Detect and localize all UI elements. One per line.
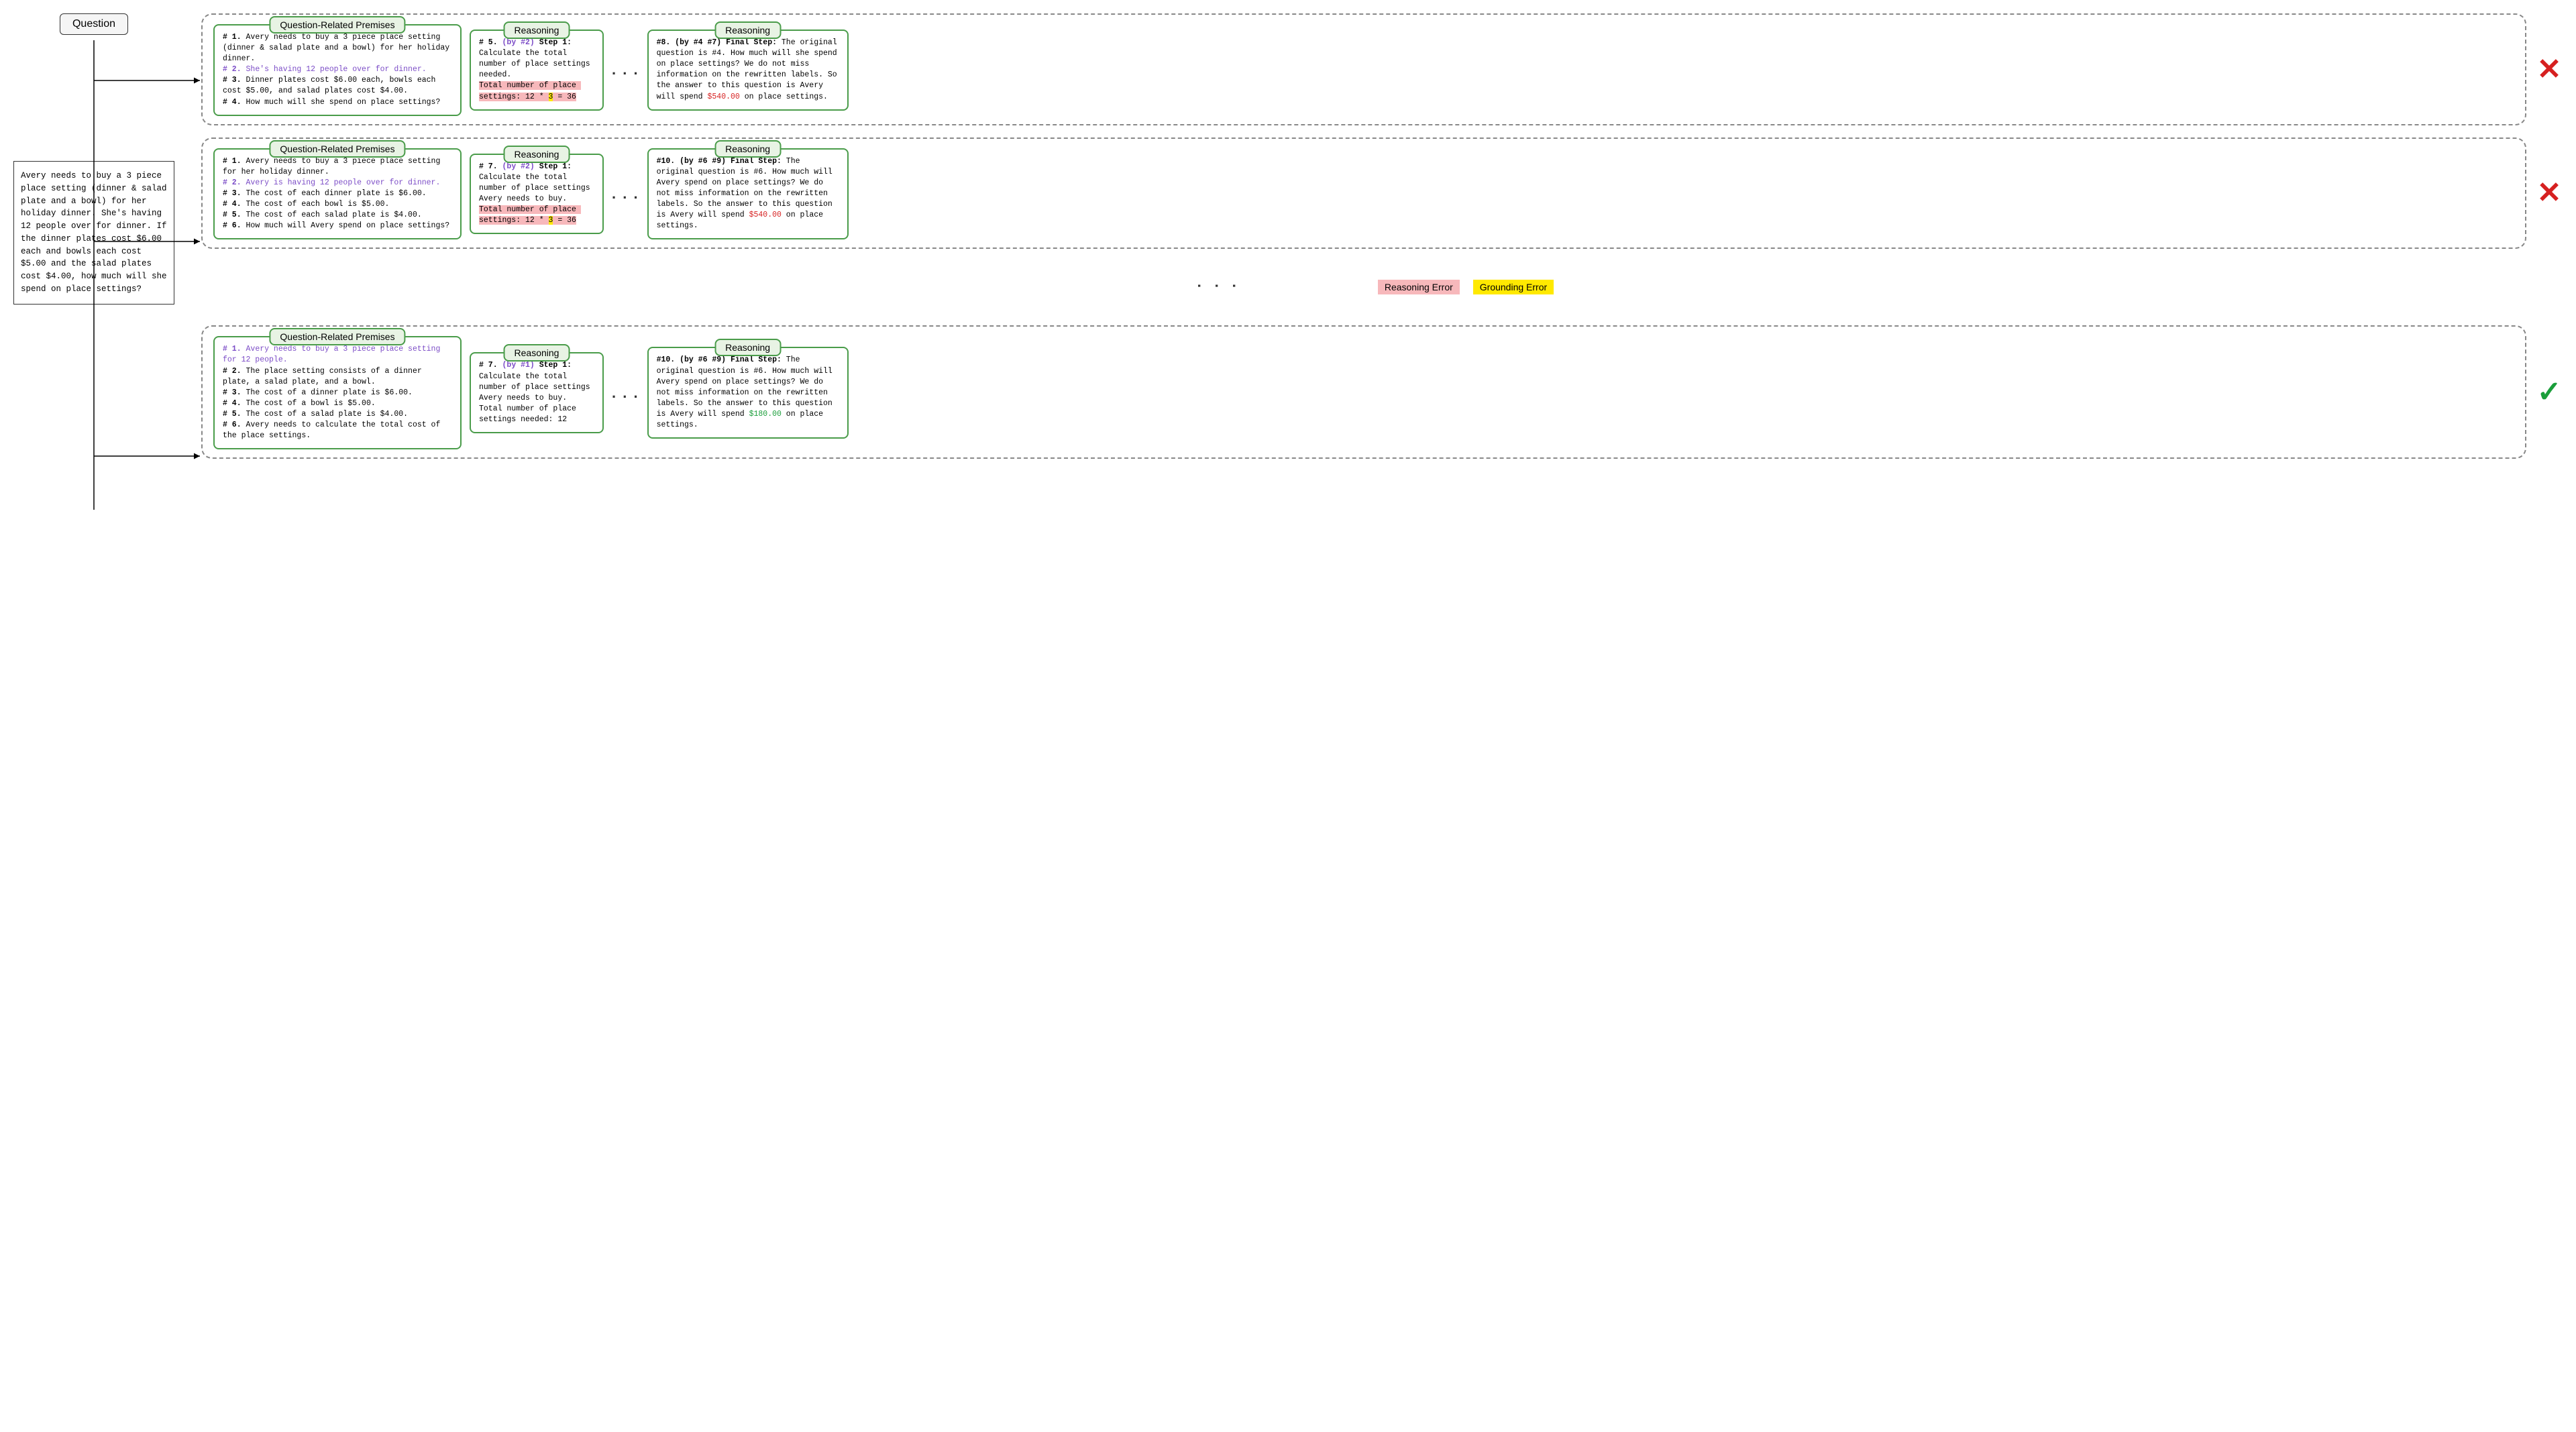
- reasoning-block-3a: Reasoning # 7. (by #1) Step 1:Calculate …: [470, 352, 604, 433]
- ellipsis: . . .: [612, 185, 639, 203]
- wrong-mark-icon: ✕: [2536, 52, 2563, 87]
- reasoning-title: Reasoning: [714, 21, 781, 39]
- premises-content-3: # 1. Avery needs to buy a 3 piece place …: [223, 344, 452, 441]
- premises-block-2: Question-Related Premises # 1. Avery nee…: [213, 148, 462, 240]
- reasoning-content-2b: #10. (by #6 #9) Final Step: The original…: [657, 156, 839, 232]
- reasoning-block-3b: Reasoning #10. (by #6 #9) Final Step: Th…: [647, 347, 849, 439]
- vertical-ellipsis: . . .: [1194, 277, 1246, 297]
- reasoning-block-2b: Reasoning #10. (by #6 #9) Final Step: Th…: [647, 148, 849, 240]
- path-row-1: Question-Related Premises # 1. Avery nee…: [201, 13, 2563, 125]
- premises-title: Question-Related Premises: [269, 328, 405, 345]
- legend-reasoning-error: Reasoning Error: [1378, 280, 1460, 294]
- reasoning-title: Reasoning: [504, 146, 570, 163]
- reasoning-content-1b: #8. (by #4 #7) Final Step: The original …: [657, 38, 839, 103]
- diagram-container: Question Avery needs to buy a 3 piece pl…: [13, 13, 2563, 459]
- reasoning-content-3b: #10. (by #6 #9) Final Step: The original…: [657, 355, 839, 431]
- reasoning-block-2a: Reasoning # 7. (by #2) Step 1:Calculate …: [470, 154, 604, 235]
- path-row-3: Question-Related Premises # 1. Avery nee…: [201, 325, 2563, 459]
- premises-content-1: # 1. Avery needs to buy a 3 piece place …: [223, 32, 452, 108]
- reasoning-block-1b: Reasoning #8. (by #4 #7) Final Step: The…: [647, 30, 849, 111]
- ellipsis: . . .: [612, 61, 639, 78]
- path-row-2: Question-Related Premises # 1. Avery nee…: [201, 137, 2563, 250]
- wrong-mark-icon: ✕: [2536, 176, 2563, 210]
- question-column: Question Avery needs to buy a 3 piece pl…: [13, 13, 174, 459]
- reasoning-path-2: Question-Related Premises # 1. Avery nee…: [201, 137, 2526, 250]
- ellipsis: . . .: [612, 384, 639, 402]
- premises-block-1: Question-Related Premises # 1. Avery nee…: [213, 24, 462, 116]
- reasoning-title: Reasoning: [714, 339, 781, 356]
- reasoning-content-1a: # 5. (by #2) Step 1:Calculate the total …: [479, 38, 594, 103]
- premises-block-3: Question-Related Premises # 1. Avery nee…: [213, 336, 462, 449]
- reasoning-title: Reasoning: [714, 140, 781, 158]
- correct-mark-icon: ✓: [2536, 375, 2563, 409]
- reasoning-path-3: Question-Related Premises # 1. Avery nee…: [201, 325, 2526, 459]
- reasoning-content-2a: # 7. (by #2) Step 1:Calculate the total …: [479, 162, 594, 227]
- question-label: Question: [60, 13, 128, 35]
- premises-content-2: # 1. Avery needs to buy a 3 piece place …: [223, 156, 452, 232]
- premises-title: Question-Related Premises: [269, 16, 405, 34]
- reasoning-title: Reasoning: [504, 21, 570, 39]
- legend-grounding-error: Grounding Error: [1473, 280, 1554, 294]
- legend-row: . . . Reasoning Error Grounding Error: [201, 261, 2563, 313]
- question-box: Avery needs to buy a 3 piece place setti…: [13, 161, 174, 305]
- reasoning-content-3a: # 7. (by #1) Step 1:Calculate the total …: [479, 360, 594, 425]
- reasoning-title: Reasoning: [504, 344, 570, 362]
- paths-column: Question-Related Premises # 1. Avery nee…: [201, 13, 2563, 459]
- reasoning-block-1a: Reasoning # 5. (by #2) Step 1:Calculate …: [470, 30, 604, 111]
- premises-title: Question-Related Premises: [269, 140, 405, 158]
- reasoning-path-1: Question-Related Premises # 1. Avery nee…: [201, 13, 2526, 125]
